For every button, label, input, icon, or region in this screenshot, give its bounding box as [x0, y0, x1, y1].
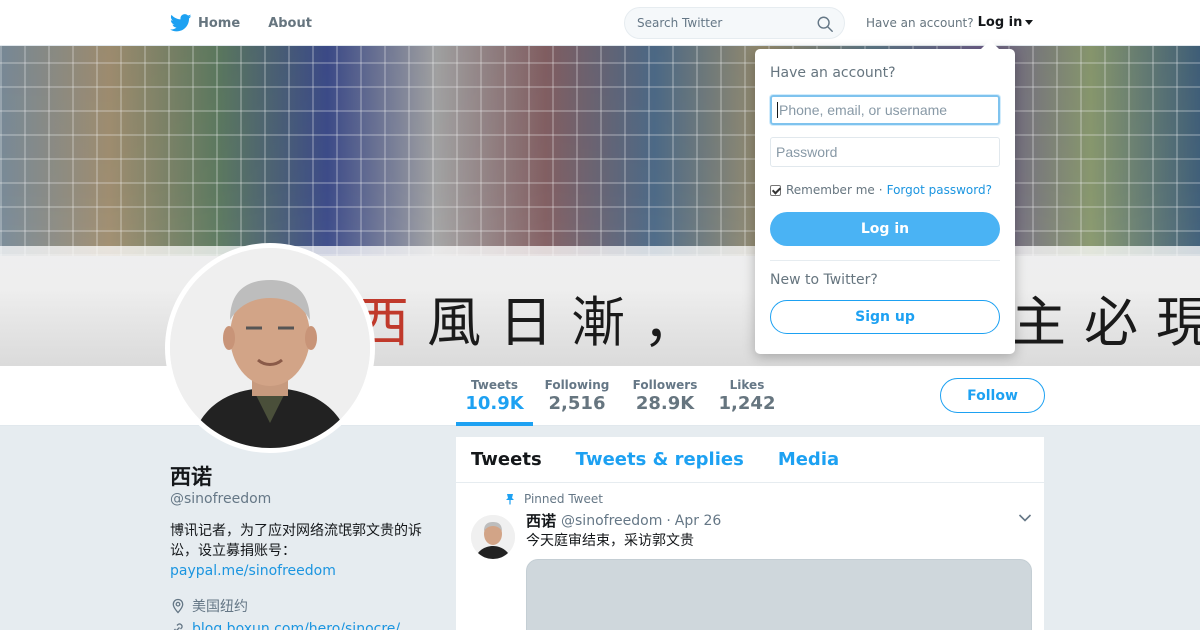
search-icon[interactable] [816, 15, 834, 33]
remember-separator: · [878, 183, 883, 197]
avatar-portrait-icon [170, 248, 370, 448]
password-placeholder: Password [776, 144, 838, 160]
tweet-header: 西诺 @sinofreedom · Apr 26 [526, 510, 721, 531]
remember-me-checkbox[interactable] [770, 184, 781, 196]
nav-home[interactable]: Home [170, 14, 240, 32]
tweet-avatar[interactable] [471, 515, 515, 559]
login-link[interactable]: Log in [978, 15, 1023, 30]
tab-tweets[interactable]: Tweets [471, 449, 542, 470]
link-icon [173, 623, 183, 630]
tweet-author-handle[interactable]: @sinofreedom [561, 513, 662, 529]
username-placeholder: Phone, email, or username [779, 102, 948, 118]
banner-calligraphy-right: 主必現 [1012, 291, 1200, 354]
profile-url-text[interactable]: blog.boxun.com/hero/sinocre/ [192, 621, 400, 630]
profile-handle[interactable]: @sinofreedom [170, 491, 271, 507]
tab-tweets-replies[interactable]: Tweets & replies [576, 449, 744, 470]
nav-links: Home About [170, 0, 340, 46]
profile-bio: 博讯记者，为了应对网络流氓郭文贵的诉讼，设立募捐账号： paypal.me/si… [170, 521, 440, 581]
timeline-tabs: Tweets Tweets & replies Media [456, 437, 1044, 483]
follow-button[interactable]: Follow [940, 378, 1045, 413]
password-field[interactable]: Password [770, 137, 1000, 167]
nav-home-label: Home [198, 15, 241, 31]
login-dropdown: Have an account? Phone, email, or userna… [755, 40, 1015, 354]
username-field[interactable]: Phone, email, or username [770, 95, 1000, 125]
forgot-password-link[interactable]: Forgot password? [887, 183, 992, 197]
remember-row: Remember me · Forgot password? [770, 183, 992, 197]
top-nav: Home About Search Twitter Have an accoun… [0, 0, 1200, 46]
pinned-tweet-label: Pinned Tweet [504, 492, 603, 506]
profile-name[interactable]: 西诺 [170, 461, 212, 491]
tab-media[interactable]: Media [778, 449, 839, 470]
tweet-text: 今天庭审结束，采访郭文贵 [526, 533, 694, 549]
tweet-avatar-portrait-icon [471, 515, 515, 559]
stat-likes[interactable]: Likes 1,242 [717, 378, 777, 414]
stat-followers[interactable]: Followers 28.9K [629, 378, 701, 414]
profile-avatar[interactable] [165, 243, 375, 453]
search-placeholder: Search Twitter [637, 16, 723, 30]
tweet-date[interactable]: Apr 26 [675, 513, 721, 529]
tweet-media[interactable] [526, 559, 1032, 630]
profile-url[interactable]: blog.boxun.com/hero/sinocre/ [170, 621, 400, 630]
tweet-separator: · [666, 512, 671, 529]
stat-tweets[interactable]: Tweets 10.9K [456, 378, 533, 414]
banner-calligraphy-left: 西風日漸， [355, 291, 715, 354]
profile-location-text: 美国纽约 [192, 599, 248, 615]
pin-icon [506, 494, 514, 505]
remember-me-label[interactable]: Remember me [786, 183, 875, 197]
have-account-text: Have an account? [866, 15, 974, 30]
location-pin-icon [172, 598, 184, 614]
signup-button[interactable]: Sign up [770, 300, 1000, 334]
tweet-author-name[interactable]: 西诺 [526, 510, 556, 531]
chevron-down-icon[interactable] [1018, 513, 1032, 523]
text-cursor [777, 102, 778, 118]
profile-bio-link[interactable]: paypal.me/sinofreedom [170, 561, 440, 581]
twitter-bird-icon [170, 14, 192, 32]
profile-location: 美国纽约 [170, 596, 248, 616]
pinned-label-text: Pinned Tweet [524, 492, 603, 506]
login-divider [770, 260, 1000, 261]
nav-about[interactable]: About [268, 16, 312, 31]
timeline: Tweets Tweets & replies Media Pinned Twe… [456, 437, 1044, 630]
chevron-down-icon [1025, 20, 1034, 25]
active-stat-underline [456, 422, 533, 426]
new-to-twitter-text: New to Twitter? [770, 272, 878, 288]
stat-following[interactable]: Following 2,516 [541, 378, 613, 414]
profile-bio-text: 博讯记者，为了应对网络流氓郭文贵的诉讼，设立募捐账号： [170, 523, 422, 559]
avatar-photo [170, 248, 370, 448]
account-login-toggle[interactable]: Have an account? Log in [866, 15, 1034, 30]
search-input[interactable]: Search Twitter [624, 7, 845, 39]
login-dropdown-title: Have an account? [770, 65, 896, 81]
banner-image-wall [0, 46, 1200, 256]
login-button[interactable]: Log in [770, 212, 1000, 246]
